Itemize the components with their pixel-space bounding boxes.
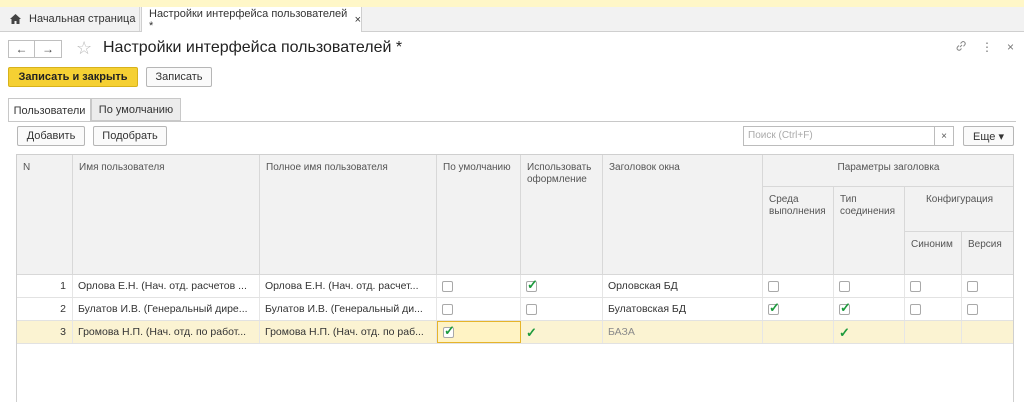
- tab-interface-settings[interactable]: Настройки интерфейса пользователей * ×: [141, 7, 362, 32]
- synonym-cell[interactable]: [905, 298, 962, 320]
- use-design-cell[interactable]: [521, 298, 603, 320]
- close-form-icon[interactable]: ×: [1007, 40, 1014, 54]
- header-icons: ⋮ ×: [955, 40, 1014, 54]
- col-n[interactable]: N: [17, 155, 73, 275]
- search-input[interactable]: Поиск (Ctrl+F) ×: [743, 126, 954, 146]
- use-design-checkbox[interactable]: ✓: [526, 276, 538, 292]
- checkmark-icon: ✓: [527, 276, 538, 292]
- checkmark-icon: ✓: [769, 299, 780, 315]
- tab-home[interactable]: Начальная страница: [0, 7, 140, 31]
- checkmark-icon: ✓: [839, 324, 850, 340]
- col-default[interactable]: По умолчанию: [437, 155, 521, 275]
- version-checkbox[interactable]: [967, 303, 978, 315]
- col-connection-type[interactable]: Тип соединения: [834, 187, 905, 275]
- tab-defaults[interactable]: По умолчанию: [91, 98, 181, 121]
- col-version[interactable]: Версия: [962, 232, 1013, 275]
- window-title-cell[interactable]: Булатовская БД: [603, 298, 763, 320]
- select-button[interactable]: Подобрать: [93, 126, 167, 146]
- row-number: 2: [17, 298, 73, 320]
- checkmark-icon: ✓: [526, 324, 537, 340]
- environment-cell[interactable]: [763, 321, 834, 343]
- default-cell[interactable]: [437, 298, 521, 320]
- synonym-cell[interactable]: [905, 321, 962, 343]
- connection-type-cell[interactable]: ✓: [834, 321, 905, 343]
- home-icon: [10, 13, 21, 24]
- more-button[interactable]: Еще ▾: [963, 126, 1014, 146]
- col-configuration[interactable]: Конфигурация: [905, 187, 1013, 232]
- nav-buttons: ← →: [8, 40, 62, 58]
- col-title-params[interactable]: Параметры заголовка: [763, 155, 1013, 187]
- row-number: 1: [17, 275, 73, 297]
- tab-doc-label: Настройки интерфейса пользователей *: [149, 7, 348, 32]
- checkmark-icon: ✓: [444, 322, 455, 338]
- table-row-selected[interactable]: 3 Громова Н.П. (Нач. отд. по работ... Гр…: [17, 321, 1013, 344]
- default-checkbox[interactable]: [442, 303, 453, 315]
- users-table: N Имя пользователя Полное имя пользовате…: [16, 154, 1014, 402]
- full-name-cell[interactable]: Громова Н.П. (Нач. отд. по раб...: [260, 321, 437, 343]
- environment-checkbox[interactable]: ✓: [768, 299, 780, 315]
- default-cell-focused[interactable]: ✓: [437, 321, 521, 343]
- user-name-cell[interactable]: Булатов И.В. (Генеральный дире...: [73, 298, 260, 320]
- version-cell[interactable]: [962, 275, 1013, 297]
- more-icon[interactable]: ⋮: [981, 40, 993, 54]
- col-window-title[interactable]: Заголовок окна: [603, 155, 763, 275]
- clear-search-icon[interactable]: ×: [934, 127, 953, 145]
- full-name-cell[interactable]: Булатов И.В. (Генеральный ди...: [260, 298, 437, 320]
- full-name-cell[interactable]: Орлова Е.Н. (Нач. отд. расчет...: [260, 275, 437, 297]
- connection-type-cell[interactable]: [834, 275, 905, 297]
- version-checkbox[interactable]: [967, 280, 978, 292]
- tab-underline: [8, 121, 1016, 122]
- use-design-cell[interactable]: ✓: [521, 275, 603, 297]
- window-title-cell[interactable]: Орловская БД: [603, 275, 763, 297]
- col-environment[interactable]: Среда выполнения: [763, 187, 834, 275]
- environment-cell[interactable]: ✓: [763, 298, 834, 320]
- connection-type-checkbox[interactable]: ✓: [839, 299, 851, 315]
- tab-users[interactable]: Пользователи: [8, 98, 91, 122]
- col-use-design[interactable]: Использовать оформление: [521, 155, 603, 275]
- search-placeholder: Поиск (Ctrl+F): [748, 130, 813, 141]
- col-synonym[interactable]: Синоним: [905, 232, 962, 275]
- use-design-cell[interactable]: ✓: [521, 321, 603, 343]
- window-title-cell[interactable]: БАЗА: [603, 321, 763, 343]
- tab-home-label: Начальная страница: [29, 13, 136, 25]
- forward-button[interactable]: →: [35, 40, 62, 58]
- window-tabs-bar: Начальная страница Настройки интерфейса …: [0, 7, 1024, 32]
- default-checkbox[interactable]: [442, 280, 453, 292]
- environment-checkbox[interactable]: [768, 280, 779, 292]
- connection-type-checkbox[interactable]: [839, 280, 850, 292]
- add-button[interactable]: Добавить: [17, 126, 85, 146]
- default-cell[interactable]: [437, 275, 521, 297]
- checkmark-icon: ✓: [840, 299, 851, 315]
- col-fullname[interactable]: Полное имя пользователя: [260, 155, 437, 275]
- col-user[interactable]: Имя пользователя: [73, 155, 260, 275]
- page-title: Настройки интерфейса пользователей *: [103, 39, 403, 56]
- save-and-close-button[interactable]: Записать и закрыть: [8, 67, 138, 87]
- use-design-checkbox[interactable]: [526, 303, 537, 315]
- default-checkbox[interactable]: ✓: [443, 322, 455, 338]
- synonym-cell[interactable]: [905, 275, 962, 297]
- version-cell[interactable]: [962, 321, 1013, 343]
- favorite-star-icon[interactable]: ☆: [76, 38, 92, 58]
- connection-type-cell[interactable]: ✓: [834, 298, 905, 320]
- back-button[interactable]: ←: [8, 40, 35, 58]
- user-name-cell[interactable]: Орлова Е.Н. (Нач. отд. расчетов ...: [73, 275, 260, 297]
- table-row[interactable]: 1 Орлова Е.Н. (Нач. отд. расчетов ... Ор…: [17, 275, 1013, 298]
- environment-cell[interactable]: [763, 275, 834, 297]
- user-name-cell[interactable]: Громова Н.П. (Нач. отд. по работ...: [73, 321, 260, 343]
- link-icon[interactable]: [955, 40, 967, 52]
- synonym-checkbox[interactable]: [910, 280, 921, 292]
- row-number: 3: [17, 321, 73, 343]
- synonym-checkbox[interactable]: [910, 303, 921, 315]
- version-cell[interactable]: [962, 298, 1013, 320]
- close-tab-icon[interactable]: ×: [355, 14, 361, 26]
- save-button[interactable]: Записать: [146, 67, 212, 87]
- table-row[interactable]: 2 Булатов И.В. (Генеральный дире... Була…: [17, 298, 1013, 321]
